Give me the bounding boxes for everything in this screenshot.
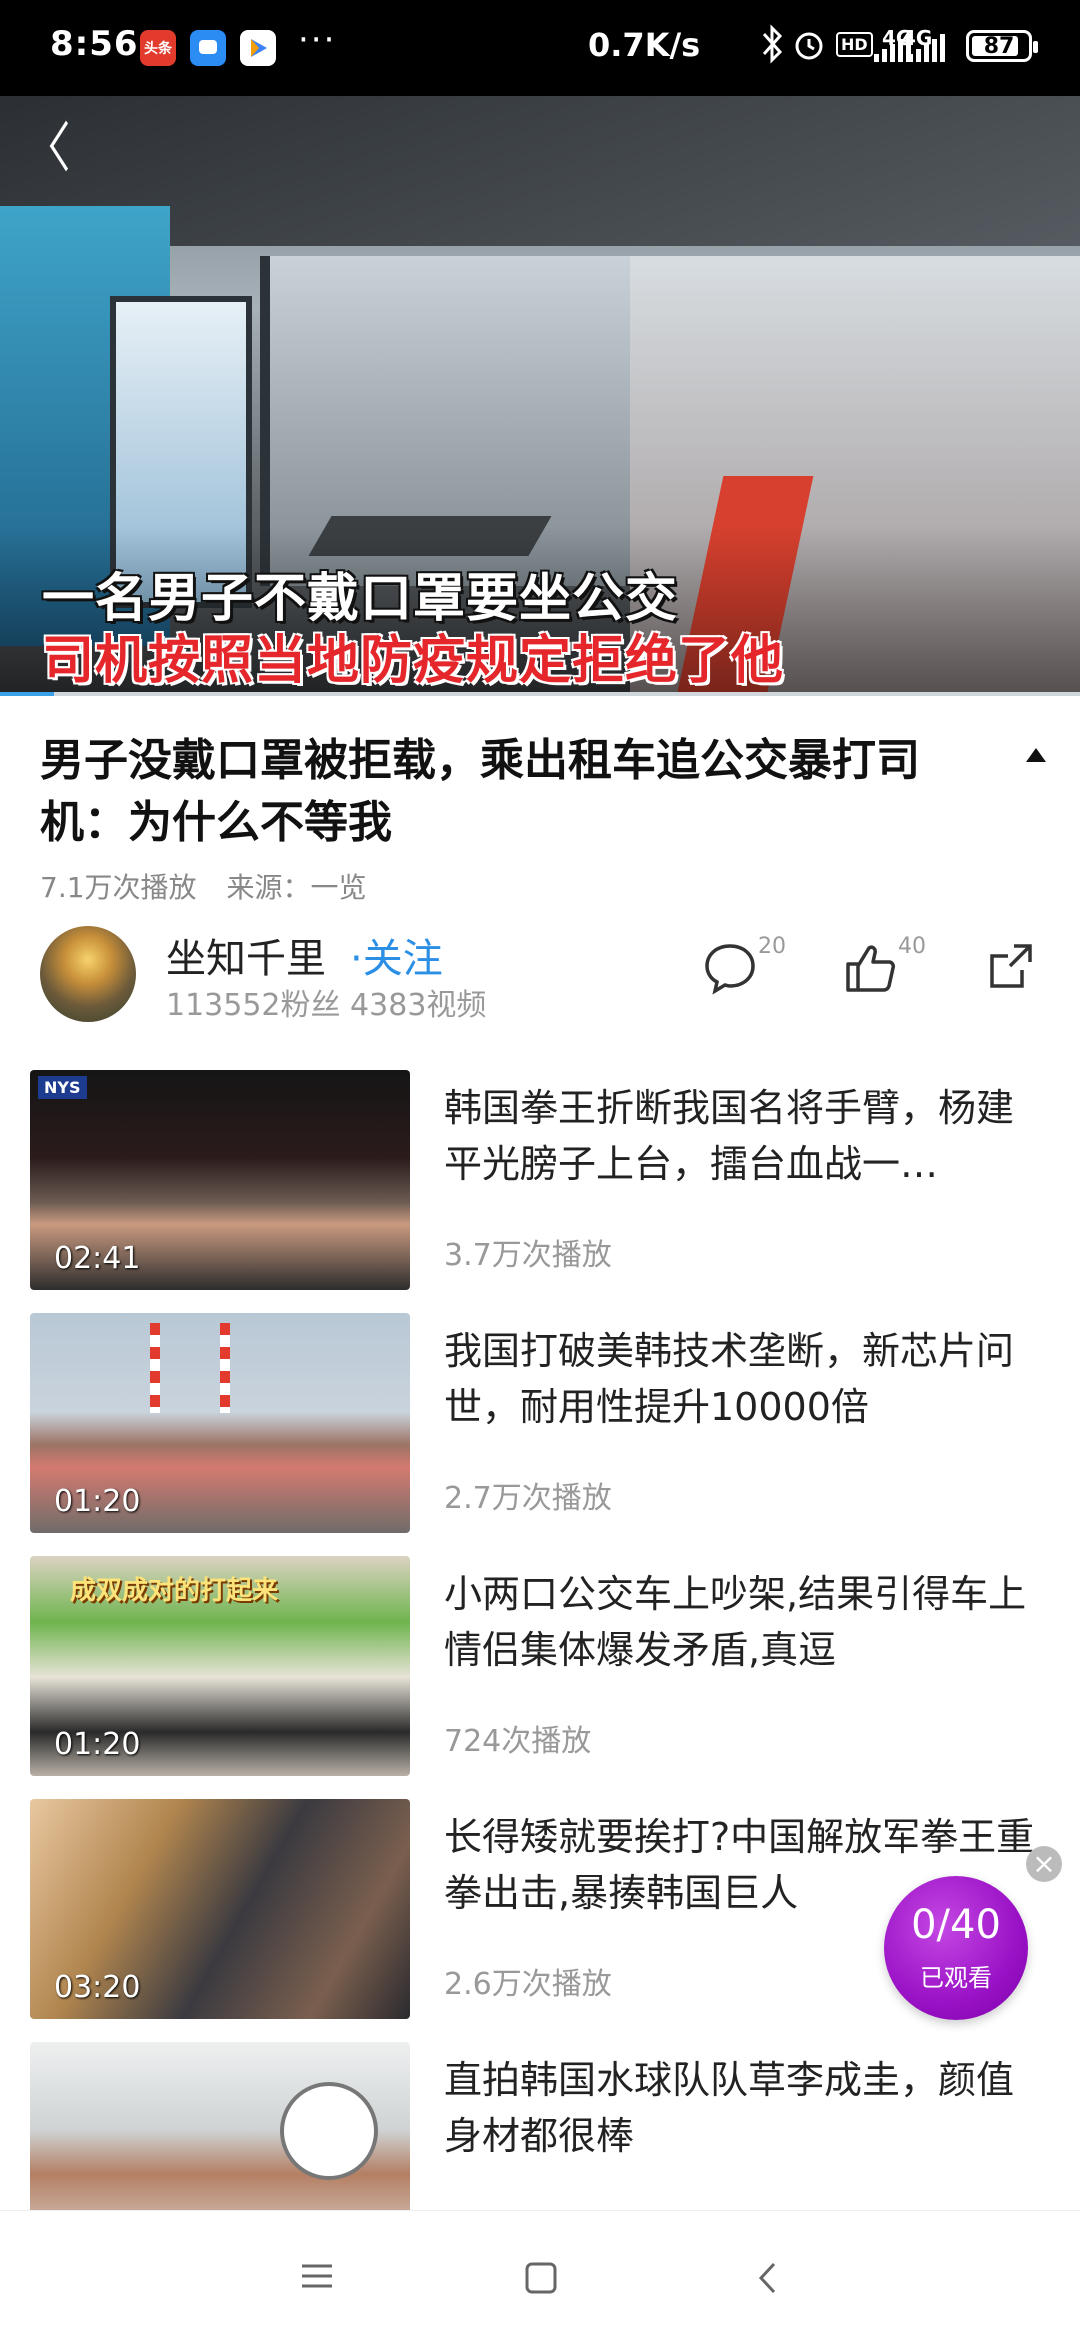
back-icon xyxy=(758,2262,776,2294)
watch-label: 已观看 xyxy=(920,1964,992,1992)
toutiao-app-icon: 头条 xyxy=(140,30,176,66)
duration-label: 01:20 xyxy=(54,1484,141,1519)
duration-label: 01:20 xyxy=(54,1727,141,1762)
share-icon xyxy=(990,944,1032,988)
battery-icon: 87 xyxy=(966,30,1038,62)
list-item[interactable]: 01:20 我国打破美韩技术垄断，新芯片问世，耐用性提升10000倍 2.7万次… xyxy=(0,1313,1080,1533)
list-item[interactable]: 成双成对的打起来 01:20 小两口公交车上吵架,结果引得车上情侣集体爆发矛盾,… xyxy=(0,1556,1080,1776)
home-button[interactable] xyxy=(524,2261,558,2299)
battery-level: 87 xyxy=(983,33,1015,59)
follow-button[interactable]: ·关注 xyxy=(350,926,443,984)
video-thumbnail[interactable]: 03:20 xyxy=(30,1799,410,2019)
back-nav-button[interactable] xyxy=(756,2261,780,2299)
item-title: 韩国拳王折断我国名将手臂，杨建平光膀子上台，擂台血战一… xyxy=(444,1086,1015,1186)
chimney-shape xyxy=(150,1323,160,1413)
video-thumbnail[interactable]: NYS 02:41 xyxy=(30,1070,410,1290)
chimney-shape xyxy=(220,1323,230,1413)
thumbnail-banner: 成双成对的打起来 xyxy=(70,1576,279,1606)
list-item[interactable]: NYS 02:41 韩国拳王折断我国名将手臂，杨建平光膀子上台，擂台血战一… 3… xyxy=(0,1070,1080,1290)
system-nav-bar xyxy=(0,2210,1080,2341)
home-square-icon xyxy=(525,2262,557,2294)
clock-shape xyxy=(280,2082,378,2180)
status-bar: 8:56 头条 ··· 0.7K/s HD 4G 4G 87 xyxy=(0,0,1080,96)
comment-count: 20 xyxy=(758,934,786,959)
video-progress-track[interactable] xyxy=(0,692,1080,696)
item-plays: 2.6万次播放 xyxy=(444,1967,612,2002)
more-notifications-icon: ··· xyxy=(298,20,337,60)
video-caption-line2: 司机按照当地防疫规定拒绝了他 xyxy=(42,631,785,691)
bluetooth-icon xyxy=(760,24,786,71)
item-plays: 2.7万次播放 xyxy=(444,1481,612,1516)
item-title: 直拍韩国水球队队草李成圭，颜值身材都很棒 xyxy=(444,2058,1015,2158)
collapse-icon[interactable] xyxy=(1026,748,1046,762)
menu-button[interactable] xyxy=(300,2261,334,2295)
item-plays: 3.7万次播放 xyxy=(444,1238,612,1273)
signal-2-icon xyxy=(908,34,945,62)
comment-button[interactable]: 20 xyxy=(702,934,786,1000)
author-name[interactable]: 坐知千里 xyxy=(166,926,326,984)
back-button[interactable] xyxy=(46,116,74,191)
watch-count: 0/40 xyxy=(911,1902,1001,1948)
duration-label: 03:20 xyxy=(54,1970,141,2005)
video-thumbnail[interactable]: 成双成对的打起来 01:20 xyxy=(30,1556,410,1776)
play-app-icon xyxy=(240,30,276,66)
video-thumbnail[interactable]: 01:20 xyxy=(30,1313,410,1533)
play-count: 7.1万次播放 xyxy=(40,871,197,904)
comment-icon xyxy=(705,944,755,995)
video-meta: 7.1万次播放 来源：一览 xyxy=(40,866,367,906)
like-button[interactable]: 40 xyxy=(842,934,926,1000)
thumbs-up-icon xyxy=(846,945,895,992)
watch-progress-badge[interactable]: 0/40 已观看 xyxy=(884,1876,1028,2020)
status-time: 8:56 xyxy=(50,24,139,64)
channel-badge: NYS xyxy=(38,1076,87,1099)
video-thumbnail[interactable] xyxy=(30,2042,410,2210)
item-title: 我国打破美韩技术垄断，新芯片问世，耐用性提升10000倍 xyxy=(444,1329,1015,1429)
list-item[interactable]: 直拍韩国水球队队草李成圭，颜值身材都很棒 xyxy=(0,2042,1080,2210)
video-title: 男子没戴口罩被拒载，乘出租车追公交暴打司机：为什么不等我 xyxy=(40,735,920,848)
item-title: 小两口公交车上吵架,结果引得车上情侣集体爆发矛盾,真逗 xyxy=(444,1572,1027,1672)
alarm-icon xyxy=(792,28,826,66)
author-stats: 113552粉丝 4383视频 xyxy=(166,988,487,1023)
source: 来源：一览 xyxy=(226,871,367,904)
item-plays: 724次播放 xyxy=(444,1724,592,1759)
net-speed: 0.7K/s xyxy=(588,26,701,64)
like-count: 40 xyxy=(898,934,926,959)
video-player[interactable]: 一名男子不戴口罩要坐公交 司机按照当地防疫规定拒绝了他 xyxy=(0,96,1080,696)
duration-label: 02:41 xyxy=(54,1241,141,1276)
message-app-icon xyxy=(190,30,226,66)
hd-icon: HD xyxy=(836,32,873,57)
share-button[interactable] xyxy=(986,940,1036,998)
video-progress-bar xyxy=(0,692,54,696)
avatar[interactable] xyxy=(40,926,136,1022)
menu-icon xyxy=(302,2264,332,2288)
close-icon[interactable]: × xyxy=(1026,1846,1062,1882)
